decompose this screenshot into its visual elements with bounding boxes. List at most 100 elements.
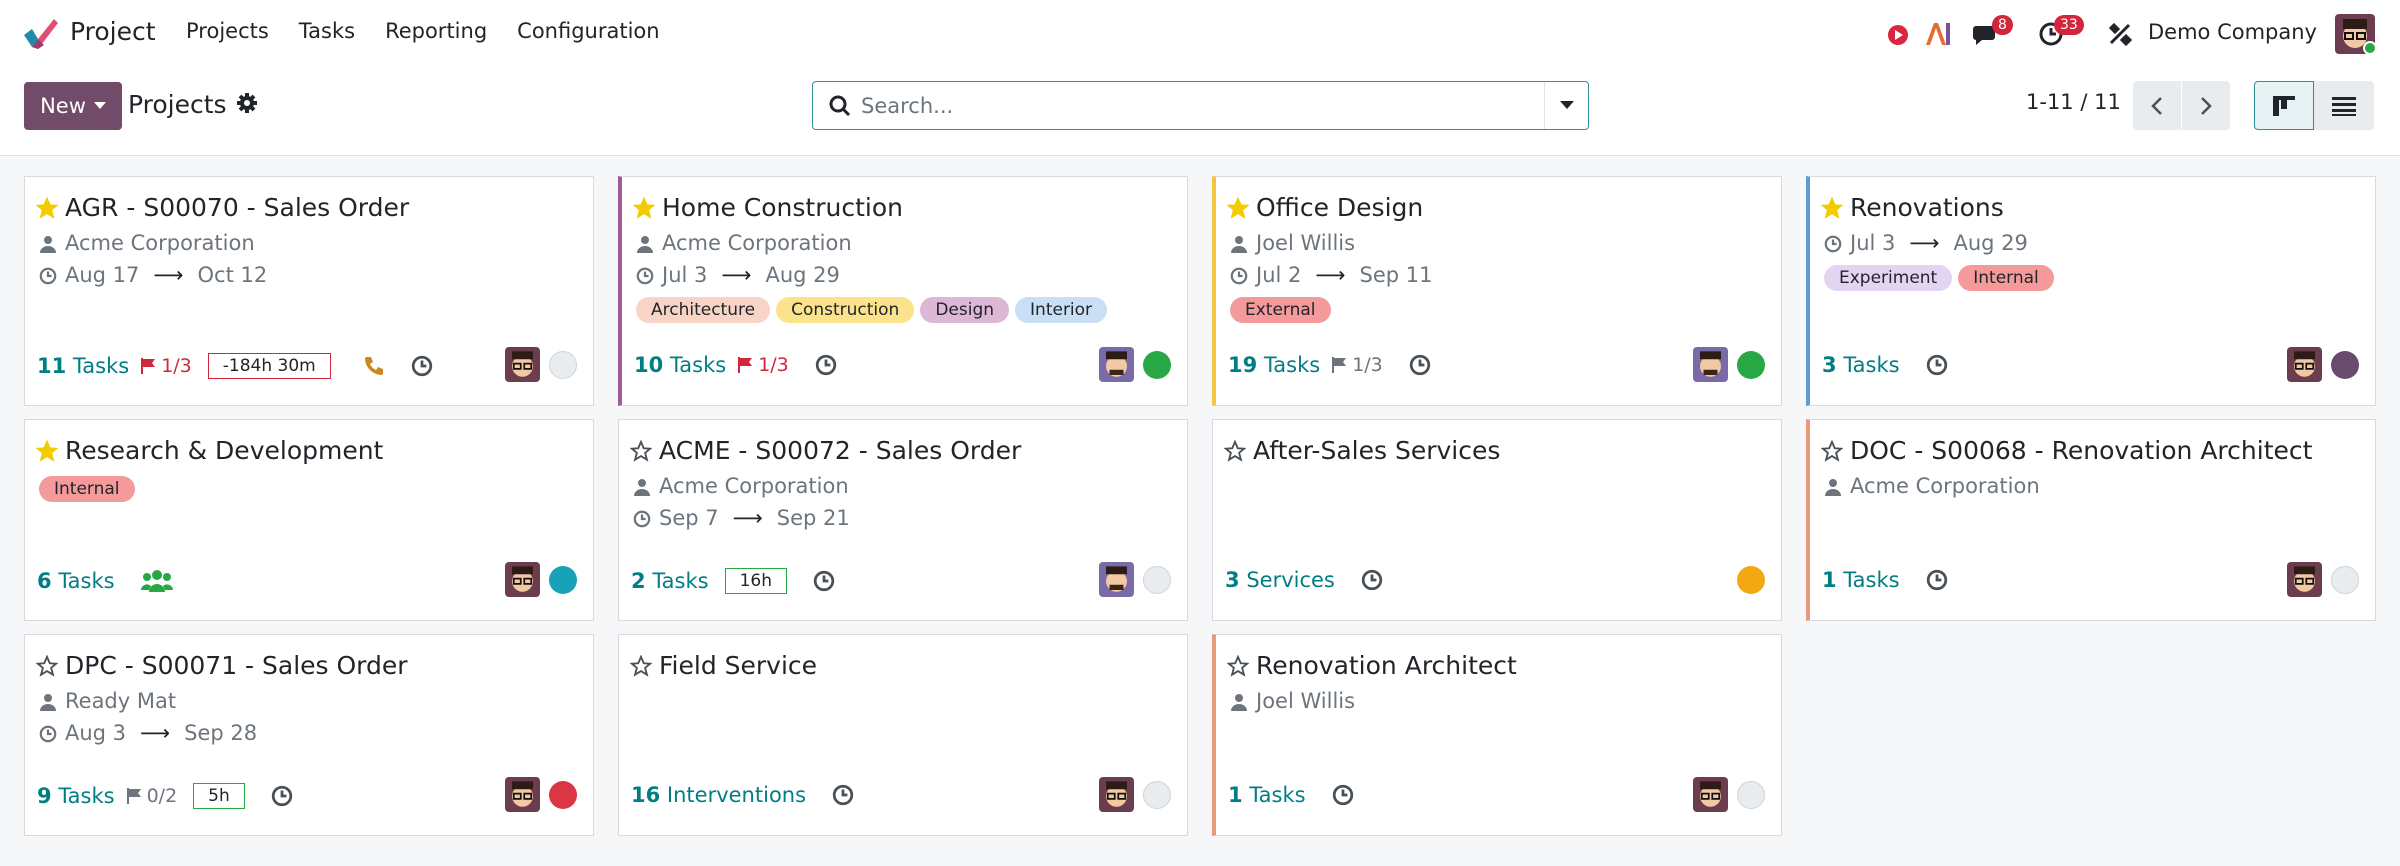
assignee-avatar[interactable] <box>1099 777 1134 812</box>
ai-icon[interactable] <box>1924 21 1952 47</box>
status-indicator[interactable] <box>549 351 577 379</box>
star-filled-icon[interactable] <box>36 197 58 219</box>
status-indicator[interactable] <box>1143 566 1171 594</box>
assignee-avatar[interactable] <box>1099 347 1134 382</box>
company-switcher[interactable]: Demo Company <box>2148 20 2317 44</box>
star-filled-icon[interactable] <box>1821 197 1843 219</box>
activity-clock-icon[interactable] <box>271 785 293 807</box>
project-card[interactable]: DPC - S00071 - Sales Order Ready Mat Aug 3… <box>24 634 594 836</box>
search-options-toggle[interactable] <box>1544 82 1588 129</box>
project-card[interactable]: Research & Development Internal 6 Tasks <box>24 419 594 621</box>
status-indicator[interactable] <box>549 566 577 594</box>
tag[interactable]: Internal <box>1958 265 2054 291</box>
project-card[interactable]: ACME - S00072 - Sales Order Acme Corporat… <box>618 419 1188 621</box>
tag[interactable]: Architecture <box>636 297 771 323</box>
tasks-count-link[interactable]: 3 Tasks <box>1822 353 1900 377</box>
activity-clock-icon[interactable] <box>411 355 433 377</box>
project-card[interactable]: AGR - S00070 - Sales Order Acme Corporati… <box>24 176 594 406</box>
tasks-count-link[interactable]: 1 Tasks <box>1228 783 1306 807</box>
tasks-count-link[interactable]: 19 Tasks <box>1228 353 1320 377</box>
activity-clock-icon[interactable] <box>815 354 837 376</box>
kanban-view-button[interactable] <box>2254 81 2314 130</box>
tag[interactable]: External <box>1230 297 1331 323</box>
project-card[interactable]: Field Service 16 Interventions <box>618 634 1188 836</box>
assignee-avatar[interactable] <box>1693 347 1728 382</box>
activity-clock-icon[interactable] <box>1332 784 1354 806</box>
tag[interactable]: Internal <box>39 476 135 502</box>
status-indicator[interactable] <box>1737 566 1765 594</box>
tag[interactable]: Experiment <box>1824 265 1953 291</box>
star-empty-icon[interactable] <box>1224 440 1246 462</box>
activity-clock-icon[interactable] <box>1361 569 1383 591</box>
users-group-icon[interactable] <box>140 568 173 594</box>
star-empty-icon[interactable] <box>36 655 58 677</box>
assignee-avatar[interactable] <box>2287 347 2322 382</box>
project-title: After-Sales Services <box>1253 436 1501 465</box>
tasks-count-label: Tasks <box>1249 783 1306 807</box>
tag[interactable]: Design <box>920 297 1010 323</box>
menu-item-reporting[interactable]: Reporting <box>385 19 487 43</box>
status-indicator[interactable] <box>2331 566 2359 594</box>
project-card[interactable]: After-Sales Services 3 Services <box>1212 419 1782 621</box>
assignee-avatar[interactable] <box>2287 562 2322 597</box>
menu-item-projects[interactable]: Projects <box>186 19 269 43</box>
project-card[interactable]: DOC - S00068 - Renovation Architect Acme … <box>1806 419 2376 621</box>
search-input[interactable] <box>861 91 1541 121</box>
project-card[interactable]: Home Construction Acme Corporation Jul 3 ⟶ A… <box>618 176 1188 406</box>
messages-badge: 8 <box>1992 15 2013 35</box>
activity-clock-icon[interactable] <box>1926 354 1948 376</box>
assignee-avatar[interactable] <box>1099 562 1134 597</box>
star-filled-icon[interactable] <box>1227 197 1249 219</box>
pager-previous-button[interactable] <box>2133 81 2181 130</box>
project-card[interactable]: Renovations Jul 3 ⟶ Aug 29 Experiment Interna… <box>1806 176 2376 406</box>
pager-value[interactable]: 1-11 / 11 <box>2026 90 2121 114</box>
activity-clock-icon[interactable] <box>832 784 854 806</box>
assignee-avatar[interactable] <box>1693 777 1728 812</box>
menu-item-configuration[interactable]: Configuration <box>517 19 659 43</box>
list-view-button[interactable] <box>2314 81 2374 130</box>
tasks-count-link[interactable]: 9 Tasks <box>37 784 115 808</box>
app-name[interactable]: Project <box>70 17 156 46</box>
project-card[interactable]: Renovation Architect Joel Willis 1 Tasks <box>1212 634 1782 836</box>
record-icon[interactable] <box>1886 23 1910 47</box>
tasks-count-link[interactable]: 1 Tasks <box>1822 568 1900 592</box>
activity-clock-icon[interactable] <box>1926 569 1948 591</box>
tag[interactable]: Construction <box>776 297 915 323</box>
status-indicator[interactable] <box>1737 781 1765 809</box>
star-filled-icon[interactable] <box>633 197 655 219</box>
phone-icon[interactable] <box>363 355 385 377</box>
star-empty-icon[interactable] <box>630 440 652 462</box>
status-indicator[interactable] <box>2331 351 2359 379</box>
status-indicator[interactable] <box>1143 351 1171 379</box>
tasks-count-link[interactable]: 10 Tasks <box>634 353 726 377</box>
tasks-count-link[interactable]: 16 Interventions <box>631 783 806 807</box>
assignee-avatar[interactable] <box>505 777 540 812</box>
menu-item-tasks[interactable]: Tasks <box>299 19 355 43</box>
assignee-avatar[interactable] <box>505 347 540 382</box>
assignee-avatar[interactable] <box>505 562 540 597</box>
tasks-count: 3 <box>1822 353 1837 377</box>
status-indicator[interactable] <box>549 781 577 809</box>
star-empty-icon[interactable] <box>1821 440 1843 462</box>
project-app-logo-icon[interactable] <box>22 17 58 51</box>
tasks-count-link[interactable]: 2 Tasks <box>631 569 709 593</box>
milestone-flag-icon <box>126 788 141 804</box>
activity-clock-icon[interactable] <box>1409 354 1431 376</box>
pager-next-button[interactable] <box>2182 81 2230 130</box>
tasks-count-link[interactable]: 11 Tasks <box>37 354 129 378</box>
star-empty-icon[interactable] <box>630 655 652 677</box>
activity-clock-icon[interactable] <box>813 570 835 592</box>
chevron-right-icon <box>2201 96 2212 115</box>
project-card[interactable]: Office Design Joel Willis Jul 2 ⟶ Sep 11 Exte… <box>1212 176 1782 406</box>
tag[interactable]: Interior <box>1015 297 1108 323</box>
tasks-count-link[interactable]: 3 Services <box>1225 568 1335 592</box>
status-indicator[interactable] <box>1143 781 1171 809</box>
debug-tools-icon[interactable] <box>2108 22 2132 46</box>
status-indicator[interactable] <box>1737 351 1765 379</box>
star-empty-icon[interactable] <box>1227 655 1249 677</box>
project-customer: Acme Corporation <box>662 231 852 255</box>
star-filled-icon[interactable] <box>36 440 58 462</box>
new-button[interactable]: New <box>24 82 122 130</box>
gear-icon[interactable] <box>236 92 258 114</box>
tasks-count-link[interactable]: 6 Tasks <box>37 569 115 593</box>
